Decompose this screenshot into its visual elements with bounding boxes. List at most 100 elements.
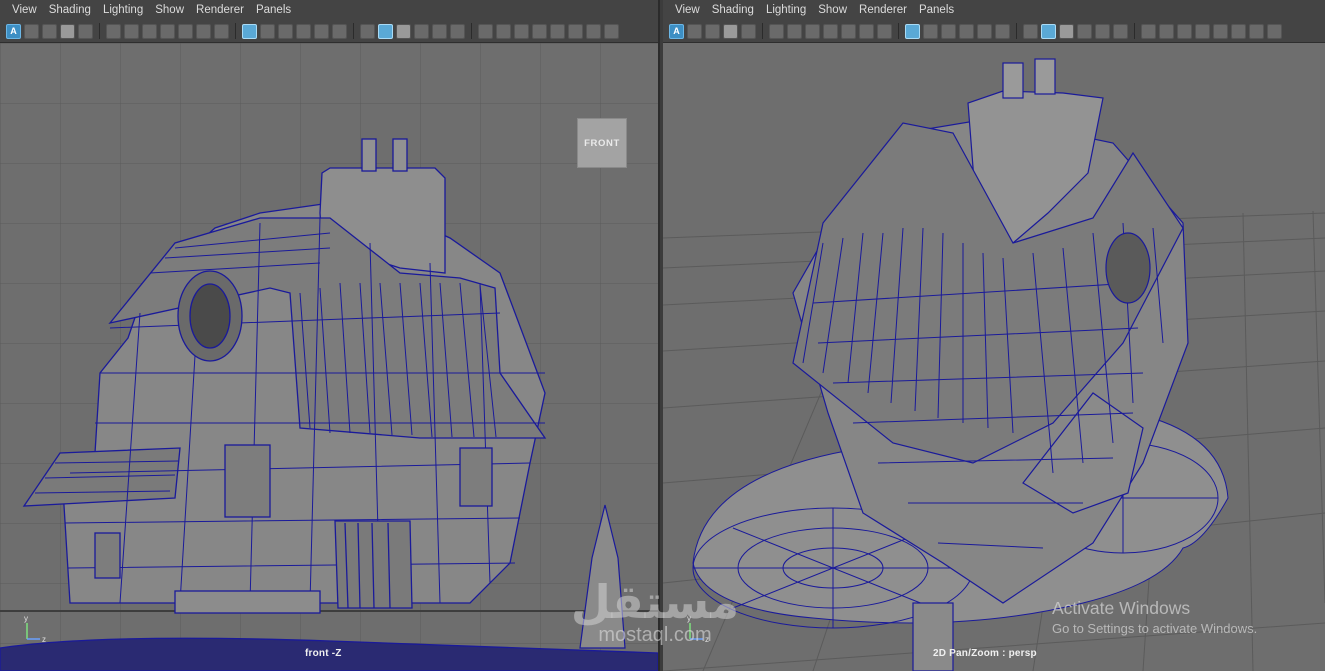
select-icon[interactable]: A (6, 23, 21, 39)
shadow-icon[interactable] (450, 23, 465, 39)
menu-shading[interactable]: Shading (43, 4, 97, 16)
camera-icon[interactable] (769, 23, 784, 39)
bookmark-icon[interactable] (823, 23, 838, 39)
ambient-occlusion-icon[interactable] (550, 23, 565, 39)
select-icon[interactable]: A (669, 23, 684, 39)
watermark-arabic: مستقل (570, 576, 740, 628)
panel-toolbar: A (663, 20, 1325, 43)
isolate-icon[interactable] (1141, 23, 1156, 39)
front-viewport-panel[interactable]: View Shading Lighting Show Renderer Pane… (0, 0, 660, 671)
menu-renderer[interactable]: Renderer (190, 4, 250, 16)
toolbar-divider (1134, 23, 1135, 39)
field-chart-icon[interactable] (959, 23, 974, 39)
menu-show[interactable]: Show (812, 4, 853, 16)
persp-viewport[interactable]: y z 2D Pan/Zoom : persp (663, 43, 1325, 671)
sculpt-icon[interactable] (60, 23, 75, 39)
windows-activation-notice: Activate Windows Go to Settings to activ… (1052, 598, 1257, 636)
grease-pencil-icon[interactable] (995, 23, 1010, 39)
shadow-icon[interactable] (1113, 23, 1128, 39)
xray-joints-icon[interactable] (1177, 23, 1192, 39)
menu-renderer[interactable]: Renderer (853, 4, 913, 16)
sculpt-icon[interactable] (723, 23, 738, 39)
wireframe-on-shaded-icon[interactable] (1059, 23, 1074, 39)
antialias-icon[interactable] (568, 23, 583, 39)
film-gate-icon[interactable] (841, 23, 856, 39)
menu-view[interactable]: View (669, 4, 706, 16)
depth-of-field-icon[interactable] (586, 23, 601, 39)
light-icon[interactable] (432, 23, 447, 39)
xray-icon[interactable] (1159, 23, 1174, 39)
persp-viewport-panel[interactable]: View Shading Lighting Show Renderer Pane… (663, 0, 1325, 671)
bookmark-icon[interactable] (160, 23, 175, 39)
isolate-select-icon[interactable] (1267, 23, 1282, 39)
soft-select-icon[interactable] (741, 23, 756, 39)
menu-show[interactable]: Show (149, 4, 190, 16)
panel-toolbar: A (0, 20, 658, 43)
pan-zoom-icon[interactable] (977, 23, 992, 39)
camera-label: 2D Pan/Zoom : persp (933, 648, 1037, 659)
antialias-icon[interactable] (1231, 23, 1246, 39)
watermark-logo: مستقل mostaql.com (555, 576, 755, 646)
resolution-gate-icon[interactable] (196, 23, 211, 39)
menu-shading[interactable]: Shading (706, 4, 760, 16)
menu-panels[interactable]: Panels (913, 4, 960, 16)
light-icon[interactable] (1095, 23, 1110, 39)
toolbar-divider (1016, 23, 1017, 39)
toolbar-divider (99, 23, 100, 39)
toolbar-divider (898, 23, 899, 39)
toolbar-divider (235, 23, 236, 39)
xray-active-icon[interactable] (532, 23, 547, 39)
camera-label: front -Z (305, 648, 342, 659)
safe-action-icon[interactable] (260, 23, 275, 39)
ambient-occlusion-icon[interactable] (1213, 23, 1228, 39)
xray-joints-icon[interactable] (514, 23, 529, 39)
persp-viewport-canvas: y z (663, 43, 1325, 671)
film-gate-icon[interactable] (178, 23, 193, 39)
grid-icon[interactable] (905, 23, 920, 39)
smooth-shade-icon[interactable] (1041, 23, 1056, 39)
axis-y-label: y (24, 614, 28, 623)
isolate-select-icon[interactable] (604, 23, 619, 39)
panel-menu-bar: View Shading Lighting Show Renderer Pane… (0, 0, 658, 20)
textured-icon[interactable] (1077, 23, 1092, 39)
lasso-icon[interactable] (24, 23, 39, 39)
camera-attributes-icon[interactable] (124, 23, 139, 39)
wireframe-icon[interactable] (1023, 23, 1038, 39)
toolbar-divider (762, 23, 763, 39)
wireframe-icon[interactable] (360, 23, 375, 39)
image-plane-icon[interactable] (142, 23, 157, 39)
field-chart-icon[interactable] (296, 23, 311, 39)
grease-pencil-icon[interactable] (332, 23, 347, 39)
xray-active-icon[interactable] (1195, 23, 1210, 39)
wireframe-on-shaded-icon[interactable] (396, 23, 411, 39)
paint-icon[interactable] (42, 23, 57, 39)
menu-lighting[interactable]: Lighting (760, 4, 812, 16)
soft-select-icon[interactable] (78, 23, 93, 39)
pan-zoom-icon[interactable] (314, 23, 329, 39)
smooth-shade-icon[interactable] (378, 23, 393, 39)
safe-action-icon[interactable] (923, 23, 938, 39)
depth-of-field-icon[interactable] (1249, 23, 1264, 39)
safe-title-icon[interactable] (941, 23, 956, 39)
menu-view[interactable]: View (6, 4, 43, 16)
camera-attributes-icon[interactable] (787, 23, 802, 39)
front-viewport-canvas: y z (0, 43, 658, 671)
toolbar-divider (353, 23, 354, 39)
view-cube-front[interactable]: FRONT (577, 118, 627, 168)
textured-icon[interactable] (414, 23, 429, 39)
front-viewport[interactable]: y z FRONT front -Z (0, 43, 658, 671)
activation-title: Activate Windows (1052, 598, 1191, 618)
resolution-gate-icon[interactable] (859, 23, 874, 39)
camera-icon[interactable] (106, 23, 121, 39)
isolate-icon[interactable] (478, 23, 493, 39)
lasso-icon[interactable] (687, 23, 702, 39)
paint-icon[interactable] (705, 23, 720, 39)
xray-icon[interactable] (496, 23, 511, 39)
gate-mask-icon[interactable] (877, 23, 892, 39)
image-plane-icon[interactable] (805, 23, 820, 39)
gate-mask-icon[interactable] (214, 23, 229, 39)
safe-title-icon[interactable] (278, 23, 293, 39)
menu-lighting[interactable]: Lighting (97, 4, 149, 16)
grid-icon[interactable] (242, 23, 257, 39)
menu-panels[interactable]: Panels (250, 4, 297, 16)
